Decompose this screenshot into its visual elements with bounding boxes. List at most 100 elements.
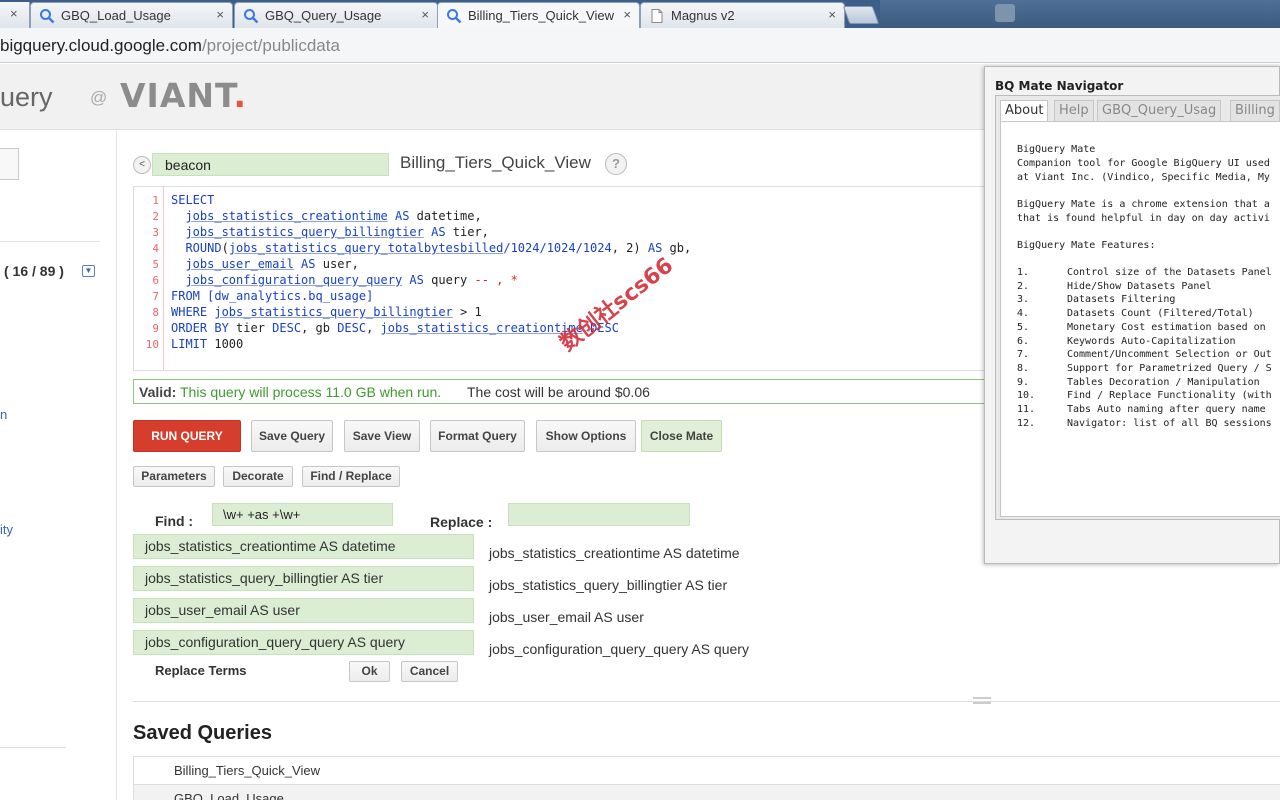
line-number: 1 <box>152 194 159 207</box>
feature-number: 7. <box>1017 349 1030 361</box>
close-icon[interactable]: × <box>421 7 429 22</box>
about-content: BigQuery Mate Companion tool for Google … <box>1000 121 1280 517</box>
close-icon[interactable]: × <box>828 7 836 22</box>
tab-gbq-load-usage[interactable]: GBQ_Load_Usage × <box>30 2 233 28</box>
code-line[interactable]: WHERE jobs_statistics_query_billingtier … <box>171 305 482 319</box>
address-bar[interactable]: bigquery.cloud.google.com/project/public… <box>0 28 1280 63</box>
find-match[interactable]: jobs_statistics_creationtime AS datetime <box>133 534 474 559</box>
replace-terms-label: Replace Terms <box>155 663 247 678</box>
feature-number: 10. <box>1017 390 1036 402</box>
save-view-button[interactable]: Save View <box>344 420 420 452</box>
saved-query-item[interactable]: GBQ_Load_Usage <box>134 785 1280 800</box>
feature-text: Tables Decoration / Manipulation <box>1067 376 1260 388</box>
about-text: BigQuery Mate is a chrome extension that… <box>1017 199 1270 210</box>
feature-number: 3. <box>1017 294 1030 306</box>
close-icon[interactable]: × <box>216 7 224 22</box>
tab-gbq-query-usage[interactable]: GBQ_Query_Usage × <box>234 2 438 28</box>
viant-logo: VIANT. <box>120 76 247 115</box>
line-number: 3 <box>152 226 159 239</box>
code-line[interactable]: jobs_statistics_creationtime AS datetime… <box>171 209 481 223</box>
valid-message: This query will process 11.0 GB when run… <box>180 384 442 400</box>
feature-text: Datasets Count (Filtered/Total) <box>1067 308 1254 320</box>
new-tab-button[interactable] <box>842 6 880 24</box>
cost-estimate: The cost will be around $0.06 <box>467 384 650 400</box>
code-line[interactable]: LIMIT 1000 <box>171 337 243 351</box>
search-icon <box>447 9 462 24</box>
tab-title: GBQ_Load_Usage <box>61 8 171 23</box>
ok-button[interactable]: Ok <box>349 661 390 682</box>
close-mate-button[interactable]: Close Mate <box>641 420 722 452</box>
url-text[interactable]: bigquery.cloud.google.com/project/public… <box>0 36 340 56</box>
back-arrow-icon[interactable]: < <box>133 156 151 174</box>
decorate-button[interactable]: Decorate <box>223 466 293 487</box>
cancel-button[interactable]: Cancel <box>401 661 458 682</box>
saved-query-item[interactable]: Billing_Tiers_Quick_View <box>134 757 1280 785</box>
splitter-handle-icon[interactable] <box>973 697 991 704</box>
document-icon <box>651 9 663 23</box>
logo-dot: . <box>233 76 248 115</box>
help-icon[interactable]: ? <box>605 153 627 175</box>
panel-splitter <box>133 701 1280 702</box>
brand-at: @ <box>90 88 108 107</box>
feature-number: 9. <box>1017 376 1030 388</box>
close-icon[interactable]: × <box>623 7 631 22</box>
feature-number: 2. <box>1017 280 1030 292</box>
code-line[interactable]: jobs_configuration_query_query AS query … <box>171 273 517 287</box>
find-match[interactable]: jobs_user_email AS user <box>133 598 474 623</box>
code-line[interactable]: FROM [dw_analytics.bq_usage] <box>171 289 373 303</box>
parameters-button[interactable]: Parameters <box>133 466 215 487</box>
tab-billing-tiers[interactable]: Billing_Tiers_Quick_View × <box>437 2 640 28</box>
line-number: 9 <box>152 322 159 335</box>
dropdown-icon[interactable]: ▼ <box>82 265 95 277</box>
nav-tab-help[interactable]: Help <box>1054 100 1094 122</box>
line-number: 7 <box>152 290 159 303</box>
code-line[interactable]: ROUND(jobs_statistics_query_totalbytesbi… <box>171 241 691 255</box>
sidebar-compose-button[interactable] <box>0 148 19 180</box>
feature-number: 11. <box>1017 404 1036 415</box>
save-query-button[interactable]: Save Query <box>251 420 333 452</box>
nav-tab-gbq-query-usage[interactable]: GBQ_Query_Usag <box>1097 100 1222 122</box>
datasets-count: ( 16 / 89 ) <box>4 263 64 279</box>
feature-text: Find / Replace Functionality (with <box>1067 390 1272 402</box>
datasets-sidebar: ( 16 / 89 ) ▼ n ity <box>0 130 117 800</box>
feature-number: 8. <box>1017 362 1030 374</box>
find-replace-button[interactable]: Find / Replace <box>302 466 400 487</box>
feature-number: 5. <box>1017 321 1030 333</box>
sidebar-link-fragment[interactable]: ity <box>0 522 13 537</box>
format-query-button[interactable]: Format Query <box>430 420 525 452</box>
replace-preview: jobs_statistics_creationtime AS datetime <box>489 545 740 561</box>
show-options-button[interactable]: Show Options <box>536 420 636 452</box>
feature-number: 6. <box>1017 335 1030 347</box>
about-heading: BigQuery Mate <box>1017 144 1096 155</box>
default-dataset-input[interactable]: beacon <box>152 153 389 176</box>
tab-title: GBQ_Query_Usage <box>265 8 382 23</box>
feature-text: Hide/Show Datasets Panel <box>1067 280 1212 292</box>
feature-text: Monetary Cost estimation based on <box>1067 321 1266 333</box>
tab-magnus-v2[interactable]: Magnus v2 × <box>640 2 845 28</box>
divider <box>0 241 100 242</box>
replace-input[interactable] <box>508 503 690 526</box>
about-text: Companion tool for Google BigQuery UI us… <box>1017 158 1270 169</box>
divider <box>0 747 66 748</box>
code-line[interactable]: jobs_user_email AS user, <box>171 257 358 271</box>
sidebar-link-fragment[interactable]: n <box>0 407 7 422</box>
run-query-button[interactable]: RUN QUERY <box>133 420 241 452</box>
close-icon[interactable]: × <box>10 6 18 21</box>
validation-bar: Valid: This query will process 11.0 GB w… <box>133 379 993 404</box>
browser-tab-strip: × GBQ_Load_Usage × GBQ_Query_Usage × Bil… <box>0 0 1280 28</box>
nav-tab-billing[interactable]: Billing <box>1230 100 1280 122</box>
line-number: 4 <box>152 242 159 255</box>
about-text: at Viant Inc. (Vindico, Specific Media, … <box>1017 172 1270 183</box>
feature-number: 12. <box>1017 417 1036 429</box>
logo-text: VIANT <box>120 76 234 115</box>
features-heading: BigQuery Mate Features: <box>1017 240 1156 251</box>
find-input[interactable]: \w+ +as +\w+ <box>212 503 393 526</box>
search-icon <box>40 9 55 24</box>
code-line[interactable]: jobs_statistics_query_billingtier AS tie… <box>171 225 488 239</box>
nav-tab-about[interactable]: About <box>1000 100 1049 122</box>
find-match[interactable]: jobs_statistics_query_billingtier AS tie… <box>133 566 474 591</box>
code-line[interactable]: SELECT <box>171 193 214 207</box>
tab-partial[interactable]: × <box>0 2 30 28</box>
bq-mate-navigator: BQ Mate Navigator About Help GBQ_Query_U… <box>984 66 1280 564</box>
find-match[interactable]: jobs_configuration_query_query AS query <box>133 630 474 655</box>
